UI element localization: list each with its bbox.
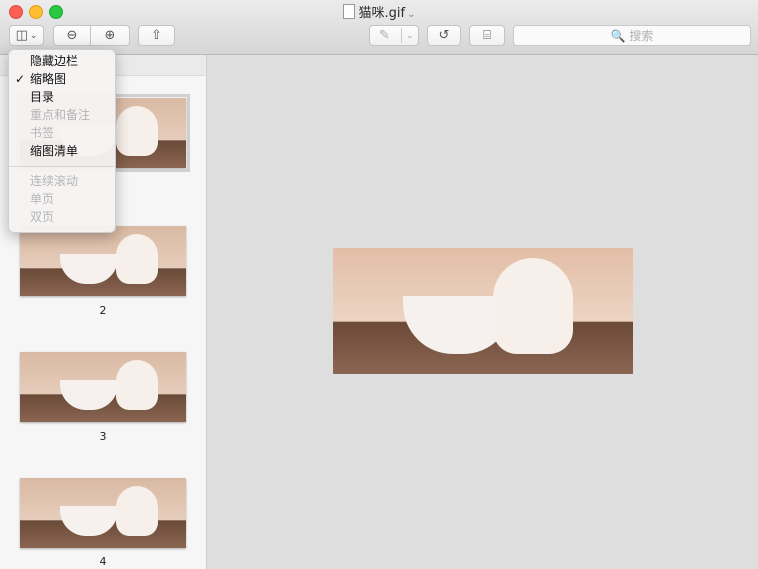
- document-icon: [342, 4, 355, 19]
- thumbnail-page-3[interactable]: [20, 352, 186, 422]
- menu-item-table-of-contents[interactable]: 目录: [30, 88, 54, 106]
- menu-item-hide-sidebar[interactable]: 隐藏边栏: [30, 52, 78, 70]
- chevron-down-icon: ⌄: [406, 30, 414, 41]
- menu-item-thumbnails[interactable]: 缩略图: [30, 70, 66, 88]
- kitten-shape: [116, 106, 158, 156]
- gif-image: [333, 248, 633, 374]
- share-icon: ⇧: [151, 28, 162, 43]
- toolbox-icon: ⌸: [483, 28, 491, 43]
- rotate-button[interactable]: ↺: [427, 25, 461, 46]
- thumbnail-page-2[interactable]: [20, 226, 186, 296]
- cup-shape: [60, 506, 118, 536]
- menu-item-bookmarks: 书签: [30, 126, 55, 140]
- pen-icon: ✎: [379, 28, 390, 43]
- thumbnail-label: 2: [99, 304, 107, 317]
- thumbnail-label: 4: [99, 555, 107, 568]
- cup-shape: [60, 380, 118, 410]
- zoom-in-button[interactable]: ⊕: [90, 25, 130, 46]
- window-title[interactable]: 猫咪.gif ⌄: [0, 2, 758, 21]
- menu-item-contact-sheet[interactable]: 缩图清单: [30, 142, 78, 160]
- thumbnail-label: 3: [99, 430, 107, 443]
- thumbnail-page-4[interactable]: [20, 478, 186, 548]
- zoom-out-icon: ⊖: [66, 28, 78, 43]
- preview-window: 猫咪.gif ⌄ ◫ ⌄ ⊖ ⊕ ⇧ ✎ ⌄ ↺ ⌸ 🔍 搜索 2 3 4 隐藏…: [0, 0, 758, 569]
- zoom-out-button[interactable]: ⊖: [53, 25, 91, 46]
- search-field[interactable]: 🔍 搜索: [513, 25, 751, 46]
- markup-button[interactable]: ✎ ⌄: [369, 25, 419, 46]
- title-bar: 猫咪.gif ⌄ ◫ ⌄ ⊖ ⊕ ⇧ ✎ ⌄ ↺ ⌸ 🔍 搜索: [0, 0, 758, 55]
- sidebar-view-menu: 隐藏边栏 ✓ 缩略图 目录 重点和备注 书签 缩图清单 连续滚动 单页 双页: [8, 49, 116, 233]
- search-placeholder: 🔍 搜索: [610, 29, 654, 43]
- cup-shape: [60, 254, 118, 284]
- menu-item-single-page: 单页: [30, 192, 55, 206]
- kitten-shape: [116, 234, 158, 284]
- menu-separator: [9, 166, 115, 167]
- rotate-icon: ↺: [438, 28, 450, 43]
- kitten-shape: [116, 360, 158, 410]
- kitten-shape: [116, 486, 158, 536]
- window-title-text: 猫咪.gif: [358, 6, 406, 21]
- menu-item-two-pages: 双页: [30, 210, 55, 224]
- menu-item-highlights-notes: 重点和备注: [30, 108, 91, 122]
- document-view[interactable]: [207, 55, 758, 569]
- sidebar-view-button[interactable]: ◫ ⌄: [9, 25, 44, 46]
- divider: [401, 28, 402, 43]
- zoom-in-icon: ⊕: [104, 28, 116, 43]
- sidebar-icon: ◫: [15, 28, 28, 43]
- share-button[interactable]: ⇧: [138, 25, 175, 46]
- menu-item-continuous-scroll: 连续滚动: [30, 174, 79, 188]
- kitten-shape: [493, 258, 573, 354]
- chevron-down-icon: ⌄: [407, 9, 416, 20]
- chevron-down-icon: ⌄: [29, 30, 38, 41]
- checkmark-icon: ✓: [15, 72, 26, 86]
- toolbox-button[interactable]: ⌸: [469, 25, 505, 46]
